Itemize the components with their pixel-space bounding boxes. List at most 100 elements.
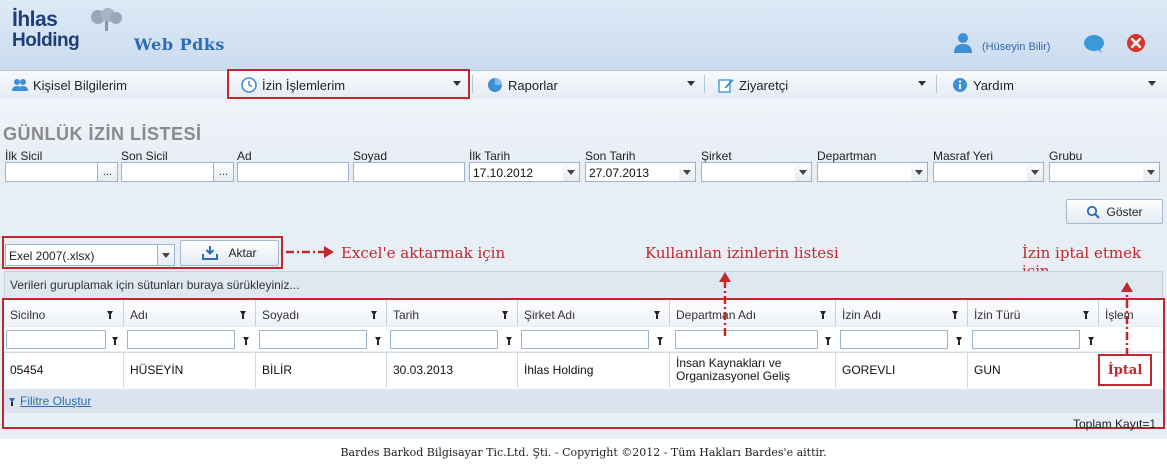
masraf-yeri-dropdown[interactable] [1027, 162, 1044, 182]
column-header-izin-turu[interactable]: İzin Türü [968, 300, 1099, 326]
ilk-tarih-dropdown[interactable] [563, 162, 580, 182]
menu-label: Kişisel Bilgilerim [33, 77, 127, 93]
filter-icon[interactable] [952, 311, 958, 319]
cell-sicilno: 05454 [4, 352, 124, 388]
departman-select[interactable] [817, 162, 913, 182]
grid-filter-input[interactable] [675, 330, 818, 349]
departman-dropdown[interactable] [911, 162, 928, 182]
grid-filter-input[interactable] [6, 330, 106, 349]
chevron-down-icon [683, 169, 691, 175]
filter-icon[interactable] [506, 337, 512, 345]
masraf-yeri-select[interactable] [933, 162, 1029, 182]
ilk-sicil-input[interactable] [5, 162, 98, 182]
chat-icon[interactable] [1083, 34, 1105, 54]
filter-icon[interactable] [107, 311, 113, 319]
filter-label: Şirket [701, 149, 732, 163]
search-icon [1087, 205, 1101, 219]
filter-label: Ad [237, 149, 252, 163]
grid-filter-input[interactable] [259, 330, 367, 349]
arrow-right-icon [286, 246, 334, 258]
filter-label: Son Tarih [585, 149, 636, 163]
grid-filter-input[interactable] [127, 330, 235, 349]
filter-label: İlk Tarih [469, 149, 511, 163]
chevron-down-icon [567, 169, 575, 175]
grid-filter-input[interactable] [972, 330, 1080, 349]
column-header-tarih[interactable]: Tarih [387, 300, 518, 326]
pie-chart-icon [488, 78, 502, 92]
son-tarih-dropdown[interactable] [679, 162, 696, 182]
menu-label: Raporlar [508, 77, 558, 93]
filter-icon[interactable] [820, 311, 826, 319]
goster-button[interactable]: Göster [1066, 199, 1163, 224]
grubu-dropdown[interactable] [1143, 162, 1160, 182]
app-title: Web Pdks [134, 35, 225, 54]
cell-izin-adi: GOREVLI [836, 352, 968, 388]
filter-icon[interactable] [375, 337, 381, 345]
column-label: Soyadı [262, 308, 300, 322]
filter-icon[interactable] [956, 337, 962, 345]
grid-filter-input[interactable] [840, 330, 948, 349]
filter-icon[interactable] [502, 311, 508, 319]
filter-icon[interactable] [657, 337, 663, 345]
cell-adi: HÜSEYİN [124, 352, 256, 388]
chevron-down-icon[interactable] [918, 81, 926, 86]
son-sicil-lookup-button[interactable]: ... [214, 162, 234, 182]
menu-item-yardim[interactable]: Yardım [952, 71, 1014, 99]
group-drop-area[interactable]: Verileri guruplamak için sütunları buray… [4, 271, 1163, 299]
menu-separator [704, 75, 705, 93]
edit-icon [718, 79, 734, 93]
filter-label: Masraf Yeri [933, 149, 994, 163]
column-header-sicilno[interactable]: Sicilno [4, 300, 124, 326]
filter-icon[interactable] [1083, 311, 1089, 319]
menu-item-raporlar[interactable]: Raporlar [487, 71, 558, 99]
ad-input[interactable] [237, 162, 349, 182]
chevron-down-icon [1031, 169, 1039, 175]
ellipsis-icon: ... [218, 166, 229, 178]
column-header-izin-adi[interactable]: İzin Adı [836, 300, 968, 326]
menu-item-ziyaretci[interactable]: Ziyaretçi [718, 71, 788, 99]
sirket-dropdown[interactable] [795, 162, 812, 182]
ilk-sicil-lookup-button[interactable]: ... [98, 162, 118, 182]
arrow-up-icon [1121, 282, 1133, 356]
column-header-departman[interactable]: Departman Adı [670, 300, 836, 326]
sirket-select[interactable] [701, 162, 797, 182]
filter-icon[interactable] [112, 337, 118, 345]
logo-text-holding: Holding [12, 30, 80, 51]
menu-item-kisisel[interactable]: Kişisel Bilgilerim [12, 71, 127, 99]
filter-icon[interactable] [654, 311, 660, 319]
filter-label: Soyad [353, 149, 388, 163]
son-sicil-input[interactable] [121, 162, 214, 182]
soyad-input[interactable] [353, 162, 465, 182]
copyright-text: Bardes Barkod Bilgisayar Tic.Ltd. Şti. -… [340, 446, 827, 459]
highlight-box-export [2, 236, 283, 269]
user-icon[interactable] [953, 32, 973, 54]
filter-icon[interactable] [243, 337, 249, 345]
grid-filter-input[interactable] [390, 330, 498, 349]
grid-filter-input[interactable] [521, 330, 649, 349]
grubu-select[interactable] [1049, 162, 1145, 182]
filter-icon[interactable] [371, 311, 377, 319]
column-header-adi[interactable]: Adı [124, 300, 256, 326]
filter-icon[interactable] [240, 311, 246, 319]
cell-soyadi: BİLİR [256, 352, 387, 388]
total-records: Toplam Kayıt=1 [1073, 417, 1157, 431]
menu-label: Yardım [973, 77, 1014, 93]
logo-tree-icon [91, 8, 122, 31]
filter-icon[interactable] [1088, 337, 1094, 345]
chevron-down-icon[interactable] [1148, 81, 1156, 86]
column-header-sirket[interactable]: Şirket Adı [518, 300, 670, 326]
chevron-down-icon[interactable] [687, 81, 695, 86]
chevron-down-icon [915, 169, 923, 175]
user-name-link[interactable]: (Hüseyin Bilir) [982, 41, 1050, 53]
menu-separator [472, 75, 473, 93]
annotation-list: Kullanılan izinlerin listesi [645, 244, 839, 262]
menu-separator [936, 75, 937, 93]
create-filter-link[interactable]: Filitre Oluştur [20, 394, 91, 408]
iptal-button[interactable]: İptal [1098, 354, 1152, 386]
column-header-soyadi[interactable]: Soyadı [256, 300, 387, 326]
users-icon [12, 79, 28, 91]
filter-icon[interactable] [825, 337, 831, 345]
close-icon[interactable] [1126, 33, 1146, 53]
cell-tarih: 30.03.2013 [387, 352, 518, 388]
annotation-export: Excel'e aktarmak için [341, 244, 506, 262]
